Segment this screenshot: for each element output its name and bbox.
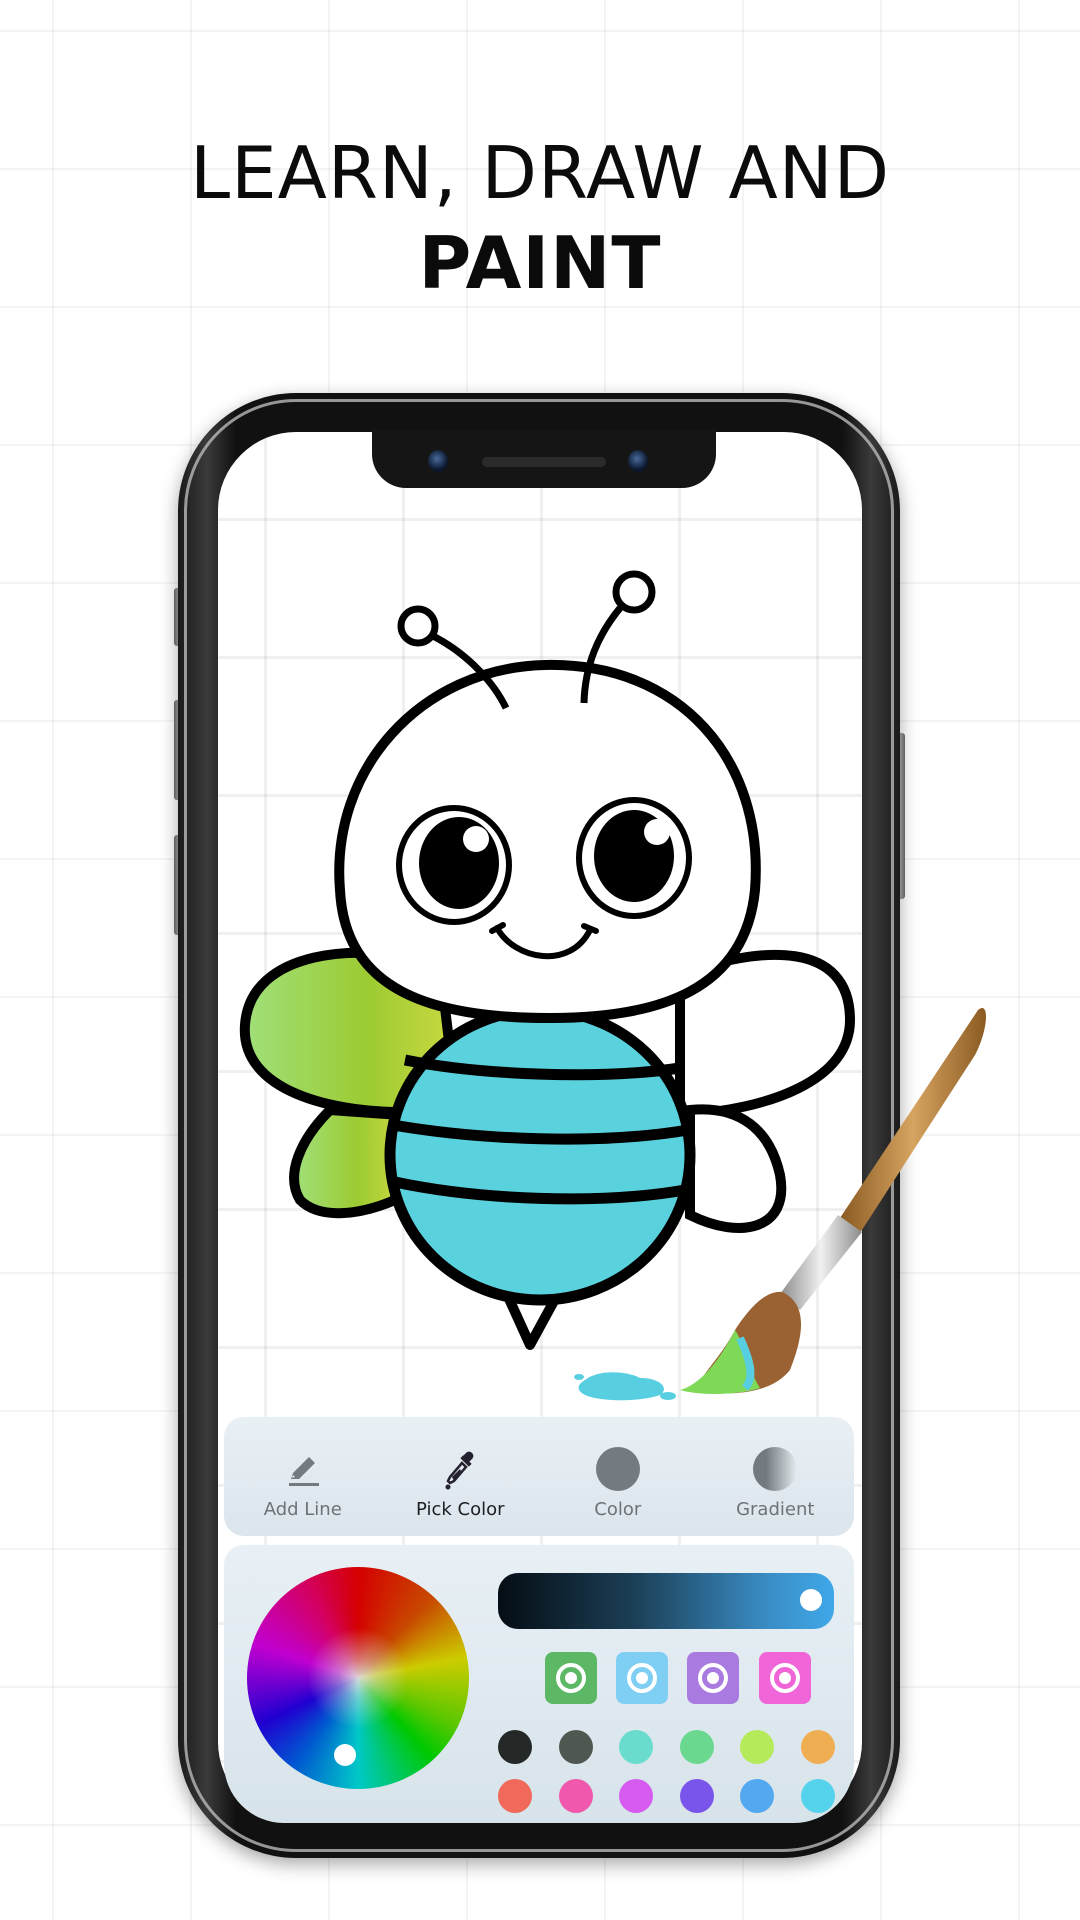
pick-color-label: Pick Color <box>416 1499 505 1520</box>
color-dot-icon <box>595 1447 640 1491</box>
pattern-button-purple[interactable] <box>687 1652 739 1704</box>
brightness-slider[interactable] <box>498 1573 834 1629</box>
pattern-button-pink[interactable] <box>759 1652 811 1704</box>
color-swatch[interactable] <box>679 1730 714 1764</box>
color-swatch[interactable] <box>498 1779 532 1813</box>
pattern-button-lightblue[interactable] <box>616 1652 668 1704</box>
color-swatch[interactable] <box>740 1730 774 1764</box>
tool-bar: Add Line Pick Color Color Gradient <box>224 1417 854 1536</box>
front-camera-icon <box>428 450 448 472</box>
color-label: Color <box>594 1499 642 1520</box>
color-swatch[interactable] <box>679 1779 714 1813</box>
pattern-button-green[interactable] <box>545 1652 597 1704</box>
add-line-button[interactable]: Add Line <box>228 1417 378 1536</box>
color-swatch[interactable] <box>800 1730 835 1764</box>
target-icon <box>556 1663 586 1693</box>
color-swatch[interactable] <box>740 1779 774 1813</box>
color-swatch[interactable] <box>619 1730 653 1764</box>
add-line-label: Add Line <box>263 1499 342 1520</box>
sensor-icon <box>628 450 648 472</box>
color-picker-panel <box>224 1545 854 1823</box>
phone-notch <box>372 430 716 488</box>
pick-color-button[interactable]: Pick Color <box>385 1417 535 1536</box>
gradient-button[interactable]: Gradient <box>700 1417 850 1536</box>
headline-line-2: PAINT <box>418 221 662 305</box>
earpiece-speaker <box>482 457 606 467</box>
target-icon <box>770 1663 800 1693</box>
color-wheel[interactable] <box>247 1567 469 1789</box>
gradient-dot-icon <box>753 1447 798 1491</box>
color-swatch[interactable] <box>619 1779 653 1813</box>
headline: LEARN, DRAW AND PAINT <box>0 128 1080 308</box>
color-swatch[interactable] <box>558 1730 593 1764</box>
headline-line-1: LEARN, DRAW AND <box>189 131 891 215</box>
brightness-slider-handle[interactable] <box>800 1589 822 1611</box>
color-wheel-handle[interactable] <box>334 1744 356 1766</box>
gradient-label: Gradient <box>736 1499 815 1520</box>
pencil-icon <box>288 1457 319 1486</box>
target-icon <box>698 1663 728 1693</box>
eyedropper-icon <box>445 1451 474 1490</box>
target-icon <box>627 1663 657 1693</box>
color-swatch[interactable] <box>800 1779 835 1813</box>
color-swatch[interactable] <box>558 1779 593 1813</box>
color-swatch[interactable] <box>498 1730 532 1764</box>
color-button[interactable]: Color <box>543 1417 693 1536</box>
